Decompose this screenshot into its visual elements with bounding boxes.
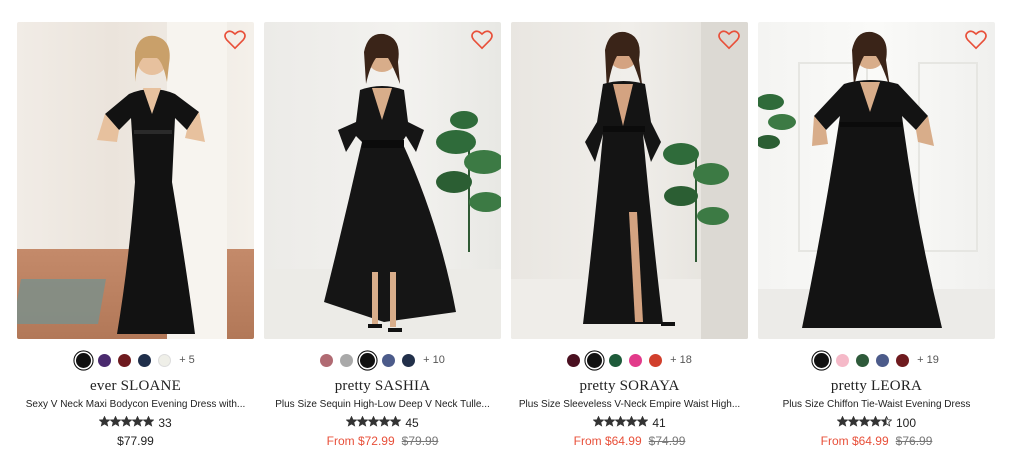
color-swatch[interactable] — [340, 353, 354, 367]
star-icon — [378, 415, 391, 427]
current-price: $77.99 — [117, 434, 154, 448]
product-title[interactable]: Plus Size Sequin High-Low Deep V Neck Tu… — [275, 399, 490, 410]
model-figure — [324, 33, 456, 332]
product-rating: 100 — [836, 415, 916, 430]
review-count[interactable]: 100 — [896, 416, 916, 430]
star-icon — [847, 415, 860, 427]
color-swatch[interactable] — [836, 353, 850, 367]
model-figure — [802, 31, 942, 328]
color-swatch[interactable] — [402, 353, 416, 367]
product-title[interactable]: Plus Size Chiffon Tie-Waist Evening Dres… — [783, 399, 971, 410]
color-swatches: + 18 — [567, 352, 692, 368]
product-rating: 45 — [345, 415, 419, 430]
product-title[interactable]: Plus Size Sleeveless V-Neck Empire Waist… — [519, 399, 740, 410]
review-count[interactable]: 45 — [405, 416, 418, 430]
color-swatch[interactable] — [138, 353, 152, 367]
color-swatch[interactable] — [587, 352, 603, 368]
color-swatch[interactable] — [320, 353, 334, 367]
product-brand-name[interactable]: pretty LEORA — [831, 378, 922, 395]
color-swatches: + 10 — [320, 352, 445, 368]
rating-stars — [836, 415, 893, 430]
more-colors-count[interactable]: + 18 — [670, 354, 692, 366]
star-icon — [345, 415, 358, 427]
star-icon — [614, 415, 627, 427]
star-icon — [603, 415, 616, 427]
product-brand-name[interactable]: pretty SORAYA — [580, 378, 680, 395]
product-price: From $72.99 $79.99 — [327, 434, 439, 448]
wishlist-heart-icon[interactable] — [224, 30, 246, 50]
original-price: $76.99 — [895, 434, 933, 448]
color-swatch[interactable] — [814, 352, 830, 368]
product-card[interactable]: + 10 pretty SASHIA Plus Size Sequin High… — [264, 22, 501, 448]
original-price: $79.99 — [401, 434, 439, 448]
star-icon — [98, 415, 111, 427]
wishlist-heart-icon[interactable] — [471, 30, 493, 50]
star-icon — [869, 415, 882, 427]
wishlist-heart-icon[interactable] — [965, 30, 987, 50]
color-swatch[interactable] — [382, 353, 396, 367]
wishlist-heart-icon[interactable] — [718, 30, 740, 50]
product-brand-name[interactable]: pretty SASHIA — [335, 378, 431, 395]
review-count[interactable]: 41 — [652, 416, 665, 430]
star-icon — [367, 415, 380, 427]
model-figure — [97, 35, 205, 334]
star-icon — [109, 415, 122, 427]
star-icon — [389, 415, 402, 427]
more-colors-count[interactable]: + 10 — [423, 354, 445, 366]
product-brand-name[interactable]: ever SLOANE — [90, 378, 181, 395]
star-icon — [120, 415, 133, 427]
star-icon — [836, 415, 849, 427]
color-swatch[interactable] — [158, 353, 172, 367]
star-icon — [625, 415, 638, 427]
more-colors-count[interactable]: + 19 — [917, 354, 939, 366]
color-swatches: + 5 — [76, 352, 195, 368]
color-swatch[interactable] — [649, 353, 663, 367]
original-price: $74.99 — [648, 434, 686, 448]
product-price: From $64.99 $74.99 — [574, 434, 686, 448]
review-count[interactable]: 33 — [158, 416, 171, 430]
star-icon — [131, 415, 144, 427]
color-swatch[interactable] — [118, 353, 132, 367]
color-swatch[interactable] — [856, 353, 870, 367]
product-image[interactable] — [758, 22, 995, 339]
rating-stars — [98, 415, 155, 430]
color-swatch[interactable] — [629, 353, 643, 367]
product-image[interactable] — [264, 22, 501, 339]
star-icon — [636, 415, 649, 427]
color-swatches: + 19 — [814, 352, 939, 368]
color-swatch[interactable] — [896, 353, 910, 367]
color-swatch[interactable] — [98, 353, 112, 367]
star-icon — [592, 415, 605, 427]
model-figure — [583, 31, 675, 326]
rating-stars — [345, 415, 402, 430]
product-rating: 41 — [592, 415, 666, 430]
star-icon — [880, 415, 893, 427]
product-card[interactable]: + 19 pretty LEORA Plus Size Chiffon Tie-… — [758, 22, 995, 448]
product-card[interactable]: + 5 ever SLOANE Sexy V Neck Maxi Bodycon… — [17, 22, 254, 448]
color-swatch[interactable] — [567, 353, 581, 367]
product-price: $77.99 — [117, 434, 154, 448]
color-swatch[interactable] — [609, 353, 623, 367]
sale-price: From $72.99 — [326, 434, 395, 448]
sale-price: From $64.99 — [820, 434, 889, 448]
product-image[interactable] — [17, 22, 254, 339]
product-card[interactable]: + 18 pretty SORAYA Plus Size Sleeveless … — [511, 22, 748, 448]
color-swatch[interactable] — [876, 353, 890, 367]
more-colors-count[interactable]: + 5 — [179, 354, 195, 366]
rating-stars — [592, 415, 649, 430]
star-icon — [356, 415, 369, 427]
star-icon — [858, 415, 871, 427]
star-icon — [142, 415, 155, 427]
product-grid: + 5 ever SLOANE Sexy V Neck Maxi Bodycon… — [17, 22, 995, 448]
product-rating: 33 — [98, 415, 172, 430]
color-swatch[interactable] — [360, 352, 376, 368]
product-image[interactable] — [511, 22, 748, 339]
product-price: From $64.99 $76.99 — [821, 434, 933, 448]
product-title[interactable]: Sexy V Neck Maxi Bodycon Evening Dress w… — [26, 399, 246, 410]
sale-price: From $64.99 — [573, 434, 642, 448]
color-swatch[interactable] — [76, 352, 92, 368]
